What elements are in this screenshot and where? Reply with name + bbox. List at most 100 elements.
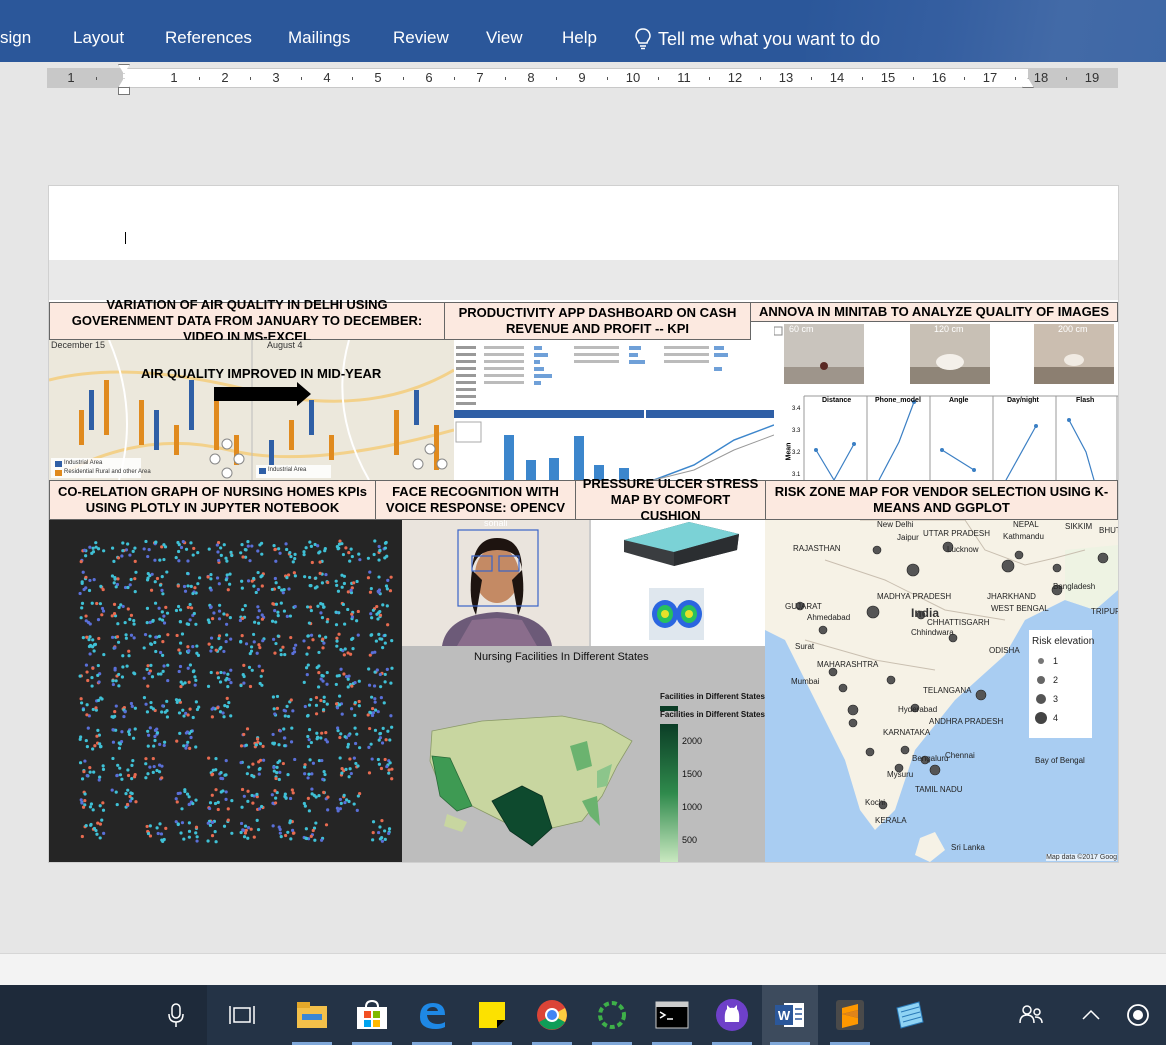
risk-point [1097, 552, 1109, 564]
map-place-label: CHHATTISGARH [927, 618, 990, 627]
minitab-ytick-3-2: 3.2 [792, 450, 801, 456]
anova-minitab-image: 60 cm 120 cm 200 cm Distance Phone_model… [774, 322, 1118, 480]
ruler-tick [199, 77, 200, 80]
scatter-cell [336, 726, 362, 750]
ruler-number: 6 [425, 70, 433, 85]
ruler-tick [658, 77, 659, 80]
air-quality-map-graphic [49, 340, 454, 480]
map-place-label: Hyderabad [898, 705, 938, 714]
scatter-cell [174, 788, 198, 811]
microphone-icon[interactable] [148, 985, 204, 1045]
face-recognition-image: sonali [402, 520, 589, 646]
nursing-tick-500: 500 [682, 835, 698, 845]
sticky-notes-icon[interactable] [464, 985, 520, 1045]
scatter-cell [176, 571, 202, 596]
map-place-label: Chennai [945, 751, 975, 760]
map-place-label: TRIPURA [1091, 607, 1118, 616]
map-place-label: Mumbai [791, 677, 820, 686]
ruler-number: 14 [829, 70, 845, 85]
shaded-paragraph [49, 260, 1118, 300]
terminal-icon[interactable] [644, 985, 700, 1045]
scatter-cell [302, 633, 328, 656]
map-place-label: Lucknow [947, 545, 979, 554]
map-attribution: Map data ©2017 Goog [1046, 854, 1117, 861]
scatter-cell [175, 729, 198, 750]
productivity-dashboard-graphic [454, 340, 774, 480]
caption-correlation-graph: CO-RELATION GRAPH OF NURSING HOMES KPIs … [49, 480, 376, 520]
map-place-label: KERALA [875, 816, 907, 825]
map-place-label: New Delhi [877, 520, 914, 529]
scatter-cell [206, 818, 234, 844]
scatter-cell [367, 757, 394, 781]
tab-references[interactable]: References [165, 28, 252, 48]
store-icon[interactable] [344, 985, 400, 1045]
scatter-cell [270, 601, 297, 624]
people-icon[interactable] [1003, 985, 1059, 1045]
ruler-number: 8 [527, 70, 535, 85]
ruler-tick [352, 77, 353, 80]
legend-residential-area: Residential Rural and other Area [64, 469, 151, 475]
ruler-tick [760, 77, 761, 80]
sublime-icon[interactable] [822, 985, 878, 1045]
risk-point [900, 745, 910, 755]
map-place-label: Bangladesh [1053, 582, 1096, 591]
tab-design[interactable]: sign [0, 28, 31, 48]
ruler-tick [301, 77, 302, 80]
scatter-cell [368, 632, 394, 657]
tell-me-search[interactable]: Tell me what you want to do [634, 28, 880, 50]
risk-zone-map-image: India Risk elevation 1 2 3 4 Map data ©2… [765, 520, 1118, 862]
caption-anova-minitab: ANNOVA IN MINITAB TO ANALYZE QUALITY OF … [750, 302, 1118, 322]
horizontal-ruler[interactable]: 1 1 2 3 4 5 6 7 8 9 10 11 12 13 14 15 16 17 18 19 [47, 68, 1118, 88]
panel-day-night: Day/night [1007, 397, 1039, 404]
scatter-cell [207, 541, 234, 564]
panel-phone-model: Phone_model [875, 397, 921, 404]
record-icon[interactable] [1110, 985, 1166, 1045]
map-place-label: SIKKIM [1065, 522, 1093, 531]
ruler-tick [403, 77, 404, 80]
scatter-cell [239, 632, 266, 656]
scatter-cell [80, 818, 106, 840]
ruler-tick [862, 77, 863, 80]
task-view-icon[interactable] [214, 985, 270, 1045]
tab-layout[interactable]: Layout [73, 28, 124, 48]
photo-label-60cm: 60 cm [789, 324, 814, 334]
date-label-left: December 15 [51, 340, 106, 350]
ruler-number: 19 [1084, 70, 1100, 85]
map-place-label: BHUTAN [1099, 526, 1118, 535]
word-icon[interactable]: W [762, 985, 818, 1045]
scatter-cell [302, 821, 329, 842]
scatter-cell [206, 668, 233, 689]
nursing-facilities-graphic [402, 646, 765, 862]
ruler-number: 15 [880, 70, 896, 85]
ruler-tick [454, 77, 455, 80]
scatter-cell [177, 663, 198, 689]
caption-air-quality: VARIATION OF AIR QUALITY IN DELHI USING … [49, 297, 445, 344]
scatter-cell [272, 542, 297, 564]
chrome-icon[interactable] [524, 985, 580, 1045]
notepad-icon[interactable] [882, 985, 938, 1045]
scatter-cell [366, 695, 393, 718]
tab-help[interactable]: Help [562, 28, 597, 48]
anaconda-icon[interactable] [584, 985, 640, 1045]
tab-view[interactable]: View [486, 28, 523, 48]
ruler-tick [913, 77, 914, 80]
ruler-number: 16 [931, 70, 947, 85]
risk-point [872, 545, 882, 555]
face-name-label: sonali [484, 520, 508, 528]
tab-mailings[interactable]: Mailings [288, 28, 350, 48]
left-indent-marker[interactable] [118, 87, 130, 95]
scatter-cell [302, 787, 330, 813]
document-page[interactable]: VARIATION OF AIR QUALITY IN DELHI USING … [48, 185, 1119, 863]
map-place-label: Bay of Bengal [1035, 756, 1085, 765]
edge-icon[interactable] [404, 985, 460, 1045]
scatter-cell [142, 539, 168, 562]
panel-flash: Flash [1076, 397, 1095, 404]
pressure-cushion-graphic [589, 520, 739, 646]
tab-review[interactable]: Review [393, 28, 449, 48]
file-explorer-icon[interactable] [284, 985, 340, 1045]
github-icon[interactable] [704, 985, 760, 1045]
map-place-label: MAHARASHTRA [817, 660, 879, 669]
map-place-label: Kathmandu [1003, 532, 1044, 541]
scatter-cell [110, 541, 137, 563]
map-place-label: Chhindwara [911, 628, 954, 637]
